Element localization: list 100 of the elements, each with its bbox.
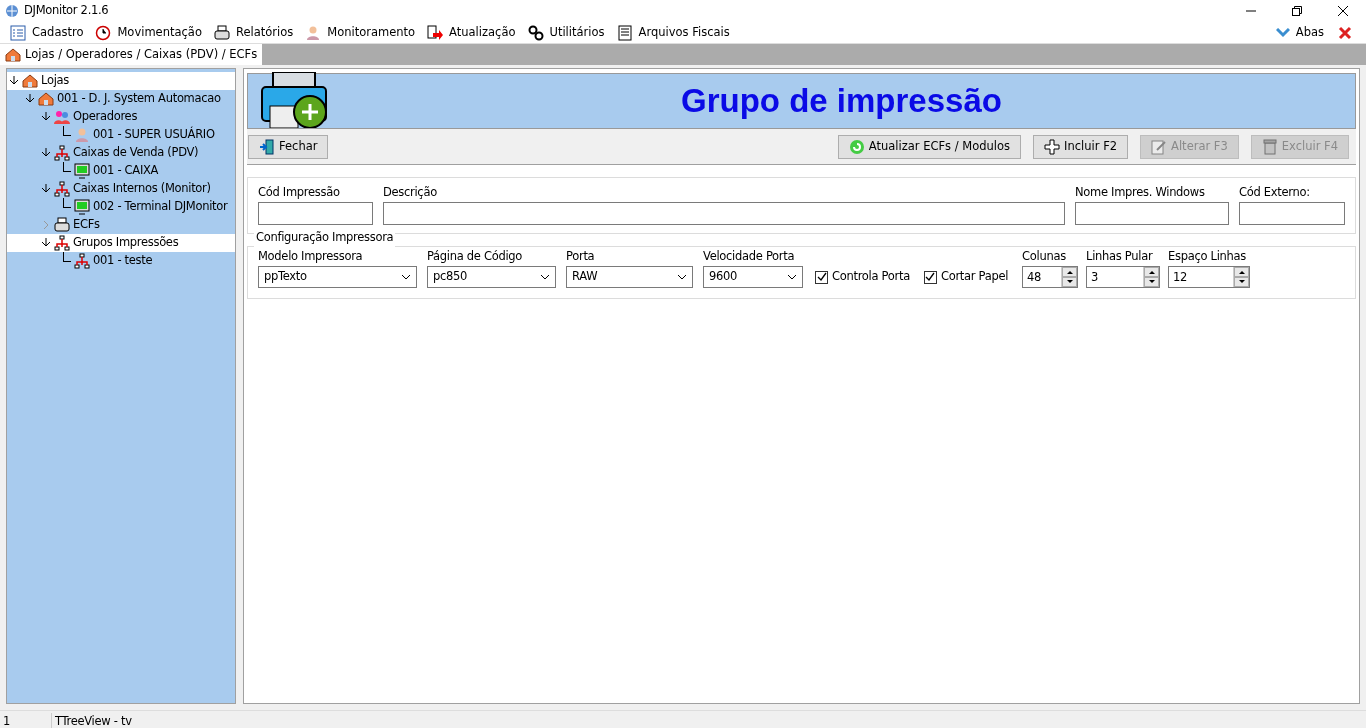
tree-item[interactable]: Caixas de Venda (PDV) bbox=[7, 144, 235, 162]
checkbox-label[interactable]: Controla Porta bbox=[832, 268, 910, 286]
up-arrow-icon[interactable] bbox=[1238, 270, 1245, 274]
monitor-icon bbox=[74, 163, 90, 179]
monitor-icon bbox=[74, 199, 90, 215]
up-arrow-icon[interactable] bbox=[1148, 270, 1155, 274]
expander-icon bbox=[41, 111, 51, 123]
input-field[interactable] bbox=[1239, 202, 1345, 226]
menu-item[interactable]: Arquivos Fiscais bbox=[610, 22, 736, 43]
trash-icon bbox=[1261, 138, 1278, 155]
field-label: Modelo Impressora bbox=[258, 247, 364, 265]
check-icon bbox=[925, 272, 936, 282]
field-label: Descrição bbox=[383, 184, 438, 201]
caret-icon bbox=[787, 274, 797, 280]
input-field[interactable] bbox=[1075, 202, 1229, 226]
tree-item[interactable]: Lojas bbox=[7, 72, 235, 90]
tree-item[interactable]: 001 - D. J. System Automacao bbox=[7, 90, 235, 108]
dropdown[interactable]: 9600 bbox=[703, 266, 803, 288]
field-label: Nome Impres. Windows bbox=[1075, 184, 1206, 201]
network-icon bbox=[54, 181, 70, 197]
house-icon bbox=[5, 46, 21, 63]
plus-icon bbox=[1044, 138, 1061, 155]
status-text: 1 bbox=[0, 712, 52, 728]
spin-field[interactable]: 12 bbox=[1168, 266, 1251, 288]
field-label: Cód Impressão bbox=[258, 184, 341, 201]
edit-icon bbox=[1151, 138, 1168, 155]
expander-icon bbox=[25, 93, 35, 105]
tree-connector bbox=[63, 198, 71, 208]
expander-icon bbox=[41, 237, 51, 249]
checkbox[interactable] bbox=[923, 270, 937, 284]
people-icon bbox=[54, 109, 70, 125]
field-label: Porta bbox=[566, 247, 596, 265]
down-arrow-icon[interactable] bbox=[1238, 280, 1245, 284]
down-arrow-icon[interactable] bbox=[1148, 280, 1155, 284]
tree-item[interactable]: Grupos Impressões bbox=[7, 234, 235, 252]
menu-item[interactable]: Utilitários bbox=[521, 22, 611, 43]
tree-item[interactable]: 002 - Terminal DJMonitor bbox=[7, 198, 235, 216]
chevron-down-icon bbox=[1275, 27, 1290, 38]
field-label: Espaço Linhas bbox=[1168, 247, 1248, 265]
menu-item[interactable]: Cadastro bbox=[4, 22, 90, 43]
network-icon bbox=[74, 253, 90, 269]
check-icon bbox=[816, 272, 827, 282]
person-icon bbox=[74, 127, 90, 143]
house-icon bbox=[38, 91, 54, 107]
person-icon bbox=[305, 24, 322, 41]
expander-icon bbox=[9, 75, 19, 87]
expander-icon bbox=[41, 219, 51, 231]
tabs-menu-button[interactable]: Abas bbox=[1269, 22, 1330, 43]
up-arrow-icon[interactable] bbox=[1066, 270, 1073, 274]
tree-item[interactable]: 001 - CAIXA bbox=[7, 162, 235, 180]
toolbar-button[interactable]: Fechar bbox=[248, 134, 329, 159]
refresh-icon bbox=[848, 138, 865, 155]
tree-item[interactable]: Operadores bbox=[7, 108, 235, 126]
tree-connector bbox=[63, 162, 71, 172]
tree-item[interactable]: 001 - teste bbox=[7, 252, 235, 270]
close-icon[interactable] bbox=[1338, 6, 1348, 16]
spin-field[interactable]: 48 bbox=[1022, 266, 1079, 288]
expander-icon bbox=[41, 147, 51, 159]
dropdown[interactable]: ppTexto bbox=[258, 266, 417, 288]
caret-icon bbox=[540, 274, 550, 280]
window-title: DJMonitor 2.1.6 bbox=[24, 2, 109, 20]
network-icon bbox=[54, 235, 70, 251]
menu-item[interactable]: Atualização bbox=[421, 22, 522, 43]
checkbox[interactable] bbox=[815, 270, 828, 284]
spin-field[interactable]: 3 bbox=[1086, 266, 1161, 288]
caret-icon bbox=[401, 274, 411, 280]
status-text: TTreeView - tv bbox=[54, 712, 132, 728]
tree-item[interactable]: ECFs bbox=[7, 216, 235, 234]
network-icon bbox=[54, 145, 70, 161]
toolbar-button[interactable]: Atualizar ECFs / Modulos bbox=[837, 134, 1022, 159]
menu-item[interactable]: Monitoramento bbox=[299, 22, 422, 43]
field-label: Velocidade Porta bbox=[703, 247, 796, 265]
house-icon bbox=[22, 73, 38, 89]
app-icon bbox=[4, 4, 20, 18]
restore-icon[interactable] bbox=[1292, 6, 1302, 16]
expander-icon bbox=[41, 183, 51, 195]
group-title: Configuração Impressora bbox=[254, 232, 396, 244]
input-field[interactable] bbox=[383, 202, 1065, 226]
caret-icon bbox=[677, 274, 687, 280]
field-label: Página de Código bbox=[427, 247, 524, 265]
close-tab-button[interactable] bbox=[1338, 25, 1352, 40]
tab[interactable]: Lojas / Operadores / Caixas (PDV) / ECFs bbox=[0, 44, 263, 65]
tree-item[interactable]: Caixas Internos (Monitor) bbox=[7, 180, 235, 198]
printer-icon bbox=[54, 217, 70, 233]
gears-icon bbox=[527, 24, 544, 41]
menu-item[interactable]: Movimentação bbox=[89, 22, 208, 43]
toolbar-button[interactable]: Incluir F2 bbox=[1033, 134, 1129, 159]
down-arrow-icon[interactable] bbox=[1066, 280, 1073, 284]
tree-connector bbox=[63, 126, 71, 136]
door-icon bbox=[259, 138, 275, 155]
field-label: Cód Externo: bbox=[1239, 184, 1311, 201]
input-field[interactable] bbox=[258, 202, 373, 226]
field-label: Linhas Pular bbox=[1086, 247, 1154, 265]
checkbox-label[interactable]: Cortar Papel bbox=[940, 268, 1009, 286]
dropdown[interactable]: RAW bbox=[566, 266, 693, 288]
page-title: Grupo de impressão bbox=[680, 81, 1003, 122]
dropdown[interactable]: pc850 bbox=[427, 266, 556, 288]
tree-item[interactable]: 001 - SUPER USUÁRIO bbox=[7, 126, 235, 144]
field-label: Colunas bbox=[1022, 247, 1067, 265]
menu-item[interactable]: Relatórios bbox=[207, 22, 300, 43]
